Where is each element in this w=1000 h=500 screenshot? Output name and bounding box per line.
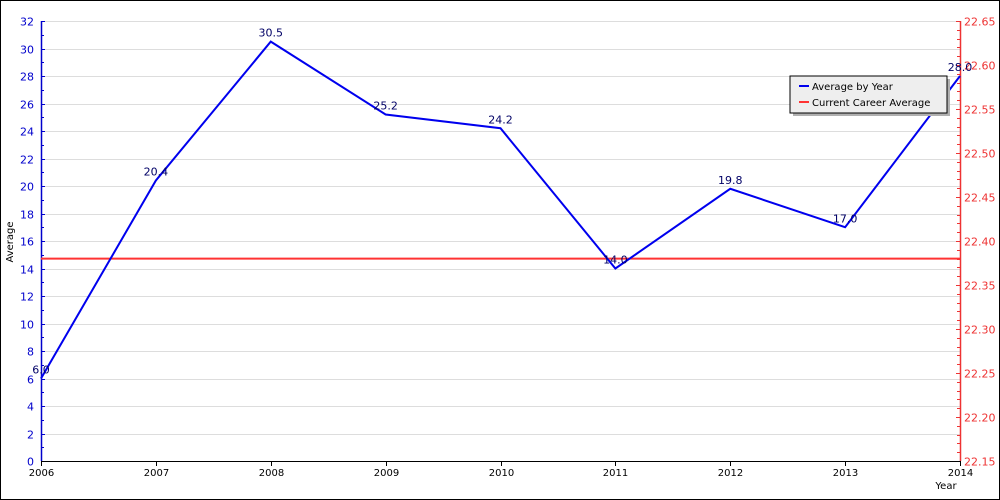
x-tick-label: 2012: [718, 468, 743, 479]
left-tick-label: 2: [27, 429, 34, 442]
left-y-axis: 02468101214161820222426283032: [20, 16, 45, 469]
left-tick-label: 12: [20, 291, 34, 304]
left-tick-label: 18: [20, 209, 34, 222]
right-tick-label: 22.50: [964, 148, 996, 161]
left-tick-label: 32: [20, 16, 34, 29]
x-tick-label: 2014: [948, 468, 973, 479]
right-tick-label: 22.40: [964, 236, 996, 249]
right-tick-label: 22.25: [964, 368, 996, 381]
legend-label-average-by-year: Average by Year: [812, 82, 894, 93]
right-tick-label: 22.65: [964, 16, 996, 29]
data-label: 19.8: [718, 174, 743, 187]
left-tick-label: 30: [20, 44, 34, 57]
right-y-axis: 22.15 22.20 22.25 22.30 22.35 22.40 22.45 22.50…: [956, 16, 996, 469]
x-tick-label: 2010: [489, 468, 514, 479]
left-tick-label: 22: [20, 154, 34, 167]
x-tick-label: 2011: [603, 468, 628, 479]
x-tick-label: 2007: [144, 468, 169, 479]
x-axis: 2006 2007 2008 2009 2010 2011 2012 2013 2014: [29, 461, 973, 479]
x-tick-label: 2006: [29, 468, 54, 479]
right-tick-label: 22.55: [964, 104, 996, 117]
left-tick-label: 16: [20, 236, 34, 249]
right-tick-label: 22.20: [964, 412, 996, 425]
left-tick-label: 20: [20, 181, 34, 194]
data-label: 28.0: [948, 61, 973, 74]
left-tick-label: 28: [20, 71, 34, 84]
left-tick-label: 26: [20, 99, 34, 112]
data-label: 14.0: [603, 254, 628, 267]
left-tick-label: 14: [20, 264, 34, 277]
right-tick-label: 22.45: [964, 192, 996, 205]
data-label: 17.0: [833, 212, 858, 225]
data-label: 24.2: [488, 113, 513, 126]
legend: Average by Year Current Career Average: [789, 75, 950, 116]
right-tick-label: 22.30: [964, 324, 996, 337]
data-label: 25.2: [373, 100, 398, 113]
left-tick-label: 10: [20, 319, 34, 332]
data-label: 30.5: [259, 27, 284, 40]
x-tick-label: 2013: [833, 468, 858, 479]
left-tick-label: 0: [27, 456, 34, 469]
legend-label-career-average: Current Career Average: [812, 98, 930, 109]
left-tick-label: 24: [20, 126, 34, 139]
data-label: 20.4: [144, 166, 169, 179]
right-tick-label: 22.35: [964, 280, 996, 293]
line-chart: 02468101214161820222426283032 22.1522.20…: [5, 16, 996, 493]
left-tick-label: 8: [27, 346, 34, 359]
left-tick-label: 4: [27, 401, 34, 414]
x-axis-title: Year: [934, 481, 957, 492]
y-axis-title: Average: [5, 221, 16, 262]
data-label: 6.0: [32, 364, 50, 377]
x-tick-label: 2008: [259, 468, 284, 479]
x-tick-label: 2009: [374, 468, 399, 479]
right-tick-label: 22.15: [964, 456, 996, 469]
